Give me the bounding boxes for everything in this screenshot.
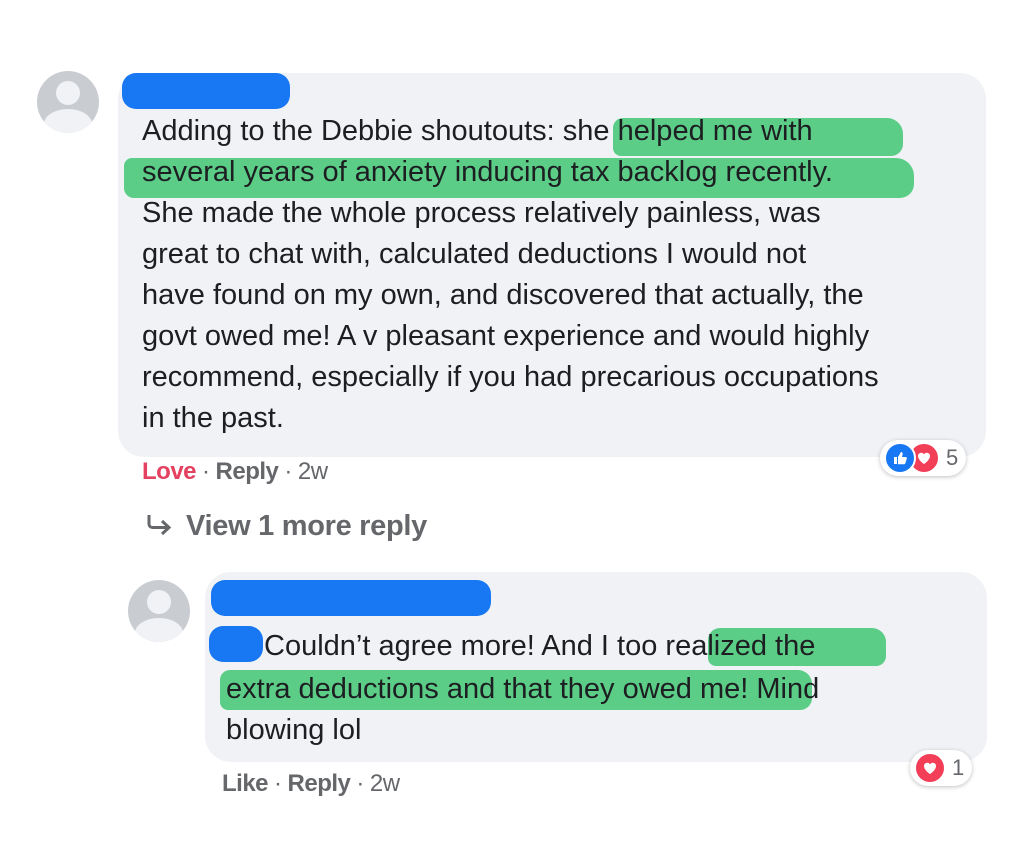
reply-arrow-icon xyxy=(147,515,172,536)
comment-line: in the past. xyxy=(142,402,284,434)
separator-dot: · xyxy=(202,458,210,485)
reply-button[interactable]: Reply xyxy=(288,770,351,797)
redacted-author-name[interactable] xyxy=(122,73,290,109)
love-icon xyxy=(914,752,946,784)
separator-dot: · xyxy=(284,458,292,485)
view-more-replies[interactable]: View 1 more reply xyxy=(144,510,427,543)
timestamp[interactable]: 2w xyxy=(298,458,328,485)
comment-actions: Like · Reply · 2w xyxy=(222,770,400,798)
view-more-label: View 1 more reply xyxy=(186,510,427,542)
like-action[interactable]: Like xyxy=(222,770,269,797)
reaction-count: 1 xyxy=(952,755,965,780)
love-action[interactable]: Love xyxy=(142,458,197,485)
redacted-author-name[interactable] xyxy=(211,580,491,616)
separator-dot: · xyxy=(274,770,282,797)
reaction-summary[interactable]: 1 xyxy=(910,750,973,786)
comment-line: Adding to the Debbie shoutouts: she help… xyxy=(142,115,813,147)
comment-line: recommend, especially if you had precari… xyxy=(142,361,879,393)
comment-line: She made the whole process relatively pa… xyxy=(142,197,821,229)
reaction-summary[interactable]: 5 xyxy=(880,440,967,476)
timestamp[interactable]: 2w xyxy=(370,770,400,797)
comment-line: several years of anxiety inducing tax ba… xyxy=(142,156,833,188)
comment-line: extra deductions and that they owed me! … xyxy=(226,673,820,705)
comment-line: blowing lol xyxy=(226,714,362,746)
comment-line: great to chat with, calculated deduction… xyxy=(142,238,807,270)
like-icon xyxy=(884,442,916,474)
comment-line: Couldn’t agree more! And I too realized … xyxy=(264,630,816,662)
separator-dot: · xyxy=(356,770,364,797)
redacted-mention xyxy=(209,626,263,662)
comment-line: have found on my own, and discovered tha… xyxy=(142,279,864,311)
avatar[interactable] xyxy=(37,71,99,133)
avatar[interactable] xyxy=(128,580,190,642)
comment-text: Couldn’t agree more! And I too realized … xyxy=(226,630,964,750)
comment-line: govt owed me! A v pleasant experience an… xyxy=(142,320,870,352)
comment-text: Adding to the Debbie shoutouts: she help… xyxy=(142,115,972,445)
comment-actions: Love · Reply · 2w xyxy=(142,458,328,486)
reaction-count: 5 xyxy=(946,445,959,470)
reply-button[interactable]: Reply xyxy=(216,458,279,485)
